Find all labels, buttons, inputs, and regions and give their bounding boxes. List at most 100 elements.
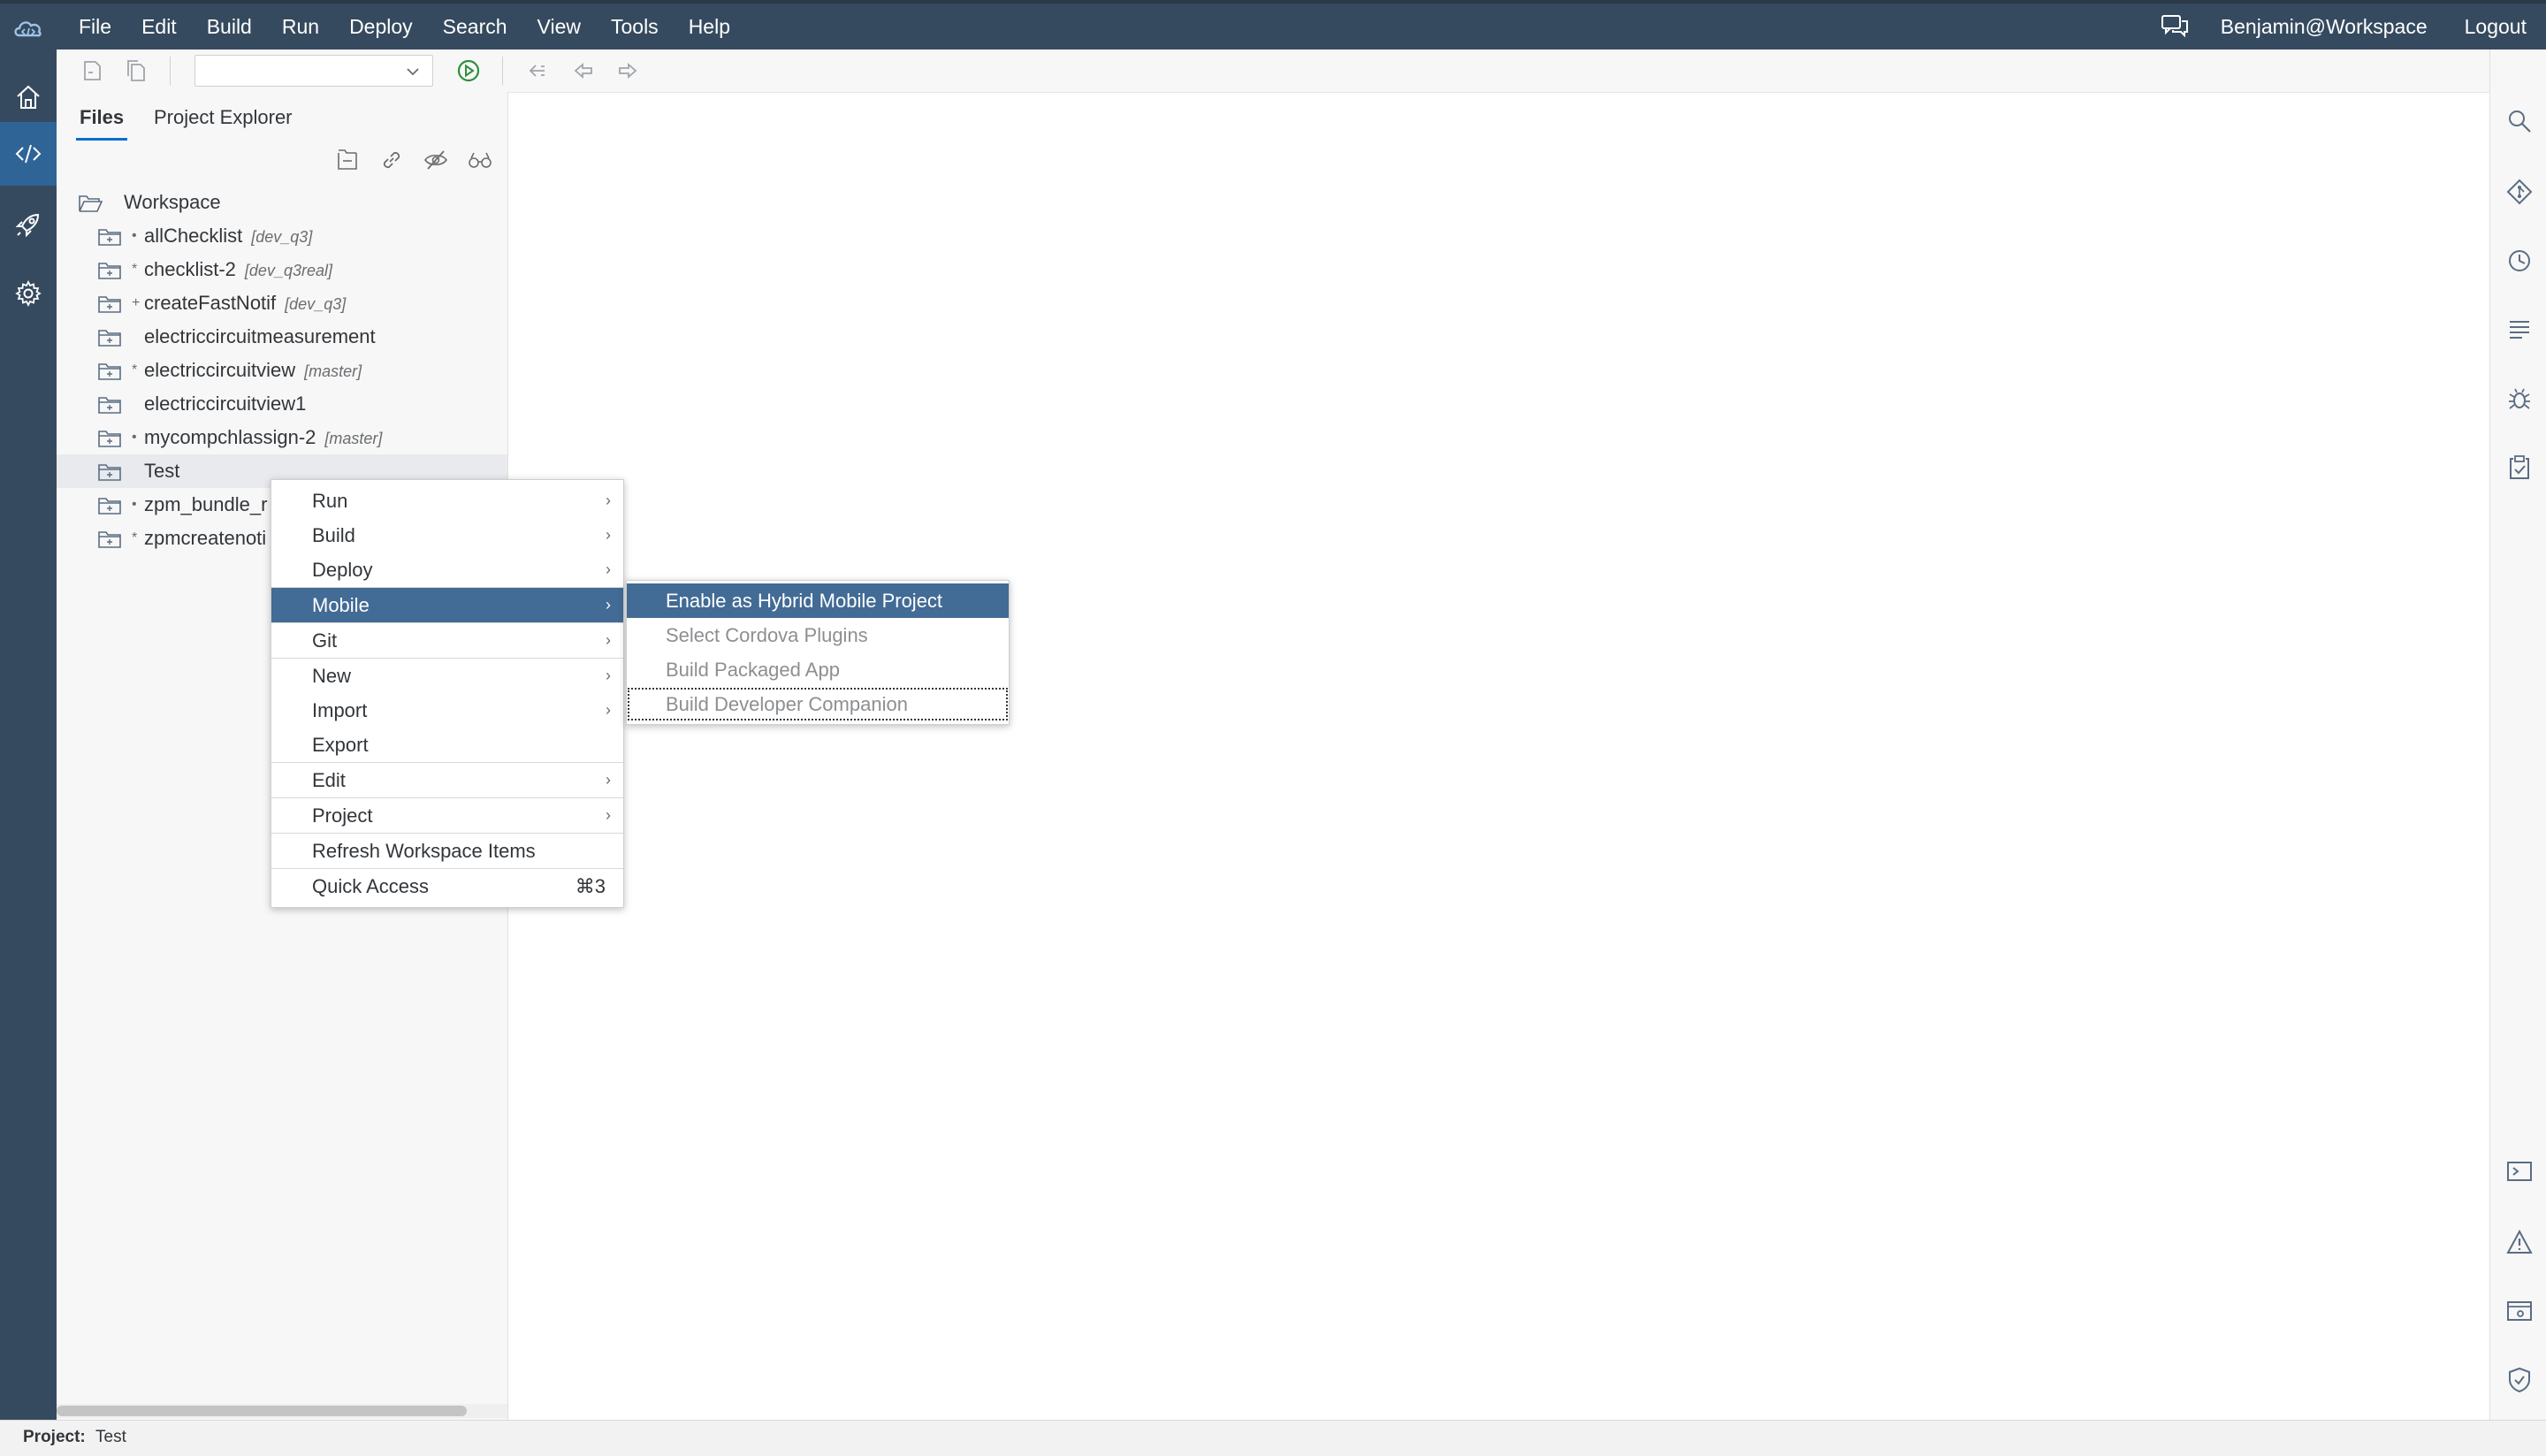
tree-item[interactable]: • allChecklist [dev_q3]: [57, 219, 507, 253]
run-icon[interactable]: [456, 58, 481, 83]
project-folder-icon: [98, 397, 121, 414]
tree-item-label: checklist-2 [dev_q3real]: [144, 258, 332, 280]
logout-link[interactable]: Logout: [2465, 15, 2527, 39]
user-area: Benjamin@Workspace Logout: [2161, 4, 2546, 50]
git-status-mark: +: [132, 295, 141, 310]
menu-build[interactable]: Build: [192, 4, 267, 50]
git-status-mark: *: [132, 530, 138, 545]
settings-button[interactable]: [0, 262, 57, 325]
history-icon[interactable]: [2506, 248, 2533, 274]
horizontal-scrollbar[interactable]: [57, 1404, 507, 1418]
console-icon[interactable]: [2506, 1158, 2533, 1185]
collapse-all-icon[interactable]: [334, 147, 361, 173]
git-status-mark: •: [132, 228, 137, 243]
toolbar-separator: [170, 57, 171, 85]
menu-run[interactable]: Run: [267, 4, 334, 50]
git-icon[interactable]: [2506, 179, 2533, 205]
project-folder-icon: [98, 330, 121, 347]
scrollbar-thumb[interactable]: [57, 1406, 467, 1416]
menu-search[interactable]: Search: [428, 4, 522, 50]
project-folder-icon: [98, 464, 121, 481]
debug-icon[interactable]: [2506, 385, 2533, 412]
menu-view[interactable]: View: [522, 4, 596, 50]
hide-icon[interactable]: [423, 147, 449, 173]
menu-item-refresh-workspace[interactable]: Refresh Workspace Items: [271, 833, 623, 868]
warning-icon[interactable]: [2506, 1229, 2533, 1255]
menu-item-build[interactable]: Build ›: [271, 518, 623, 553]
menu-item-run[interactable]: Run ›: [271, 484, 623, 518]
tree-item-label: createFastNotif [dev_q3]: [144, 292, 347, 314]
last-edit-icon[interactable]: [525, 58, 550, 83]
link-icon[interactable]: [378, 147, 405, 173]
tab-project-explorer[interactable]: Project Explorer: [154, 103, 293, 138]
tab-files[interactable]: Files: [76, 103, 128, 141]
menu-file[interactable]: File: [64, 4, 126, 50]
code-icon: [15, 144, 42, 164]
chevron-right-icon: ›: [606, 701, 611, 719]
chevron-right-icon: ›: [606, 771, 611, 789]
project-folder-icon: [98, 363, 121, 380]
menu-item-export[interactable]: Export: [271, 728, 623, 762]
menu-deploy[interactable]: Deploy: [334, 4, 428, 50]
project-folder-icon: [98, 531, 121, 548]
menu-item-project[interactable]: Project ›: [271, 797, 623, 833]
submenu-enable-hybrid[interactable]: Enable as Hybrid Mobile Project: [627, 583, 1009, 618]
tree-item-label: electriccircuitview1: [144, 393, 307, 415]
chevron-right-icon: ›: [606, 526, 611, 544]
clipboard-check-icon[interactable]: [2506, 454, 2533, 481]
preview-icon[interactable]: [2506, 1298, 2533, 1324]
menu-item-quick-access[interactable]: Quick Access ⌘3: [271, 868, 623, 903]
git-status-mark: *: [132, 262, 138, 277]
chevron-right-icon: ›: [606, 631, 611, 649]
chevron-down-icon: [407, 68, 419, 76]
chevron-right-icon: ›: [606, 596, 611, 614]
back-icon[interactable]: [571, 58, 596, 83]
submenu-build-developer-companion: Build Developer Companion: [627, 687, 1009, 721]
rocket-icon: [15, 213, 40, 238]
settings-icon: [15, 279, 42, 308]
tree-item-label: zpmcreatenoti: [144, 527, 267, 549]
run-configuration-select[interactable]: [194, 55, 433, 87]
binoculars-icon[interactable]: [467, 147, 493, 173]
save-icon[interactable]: [80, 58, 104, 83]
tree-item[interactable]: * electriccircuitview [master]: [57, 354, 507, 387]
tree-item[interactable]: * checklist-2 [dev_q3real]: [57, 253, 507, 286]
home-button[interactable]: [0, 65, 57, 129]
menu-item-mobile[interactable]: Mobile ›: [271, 587, 623, 622]
development-button[interactable]: [0, 122, 57, 186]
tree-root-workspace[interactable]: Workspace: [57, 186, 507, 219]
tree-item[interactable]: • mycompchlassign-2 [master]: [57, 421, 507, 454]
menu-item-new[interactable]: New ›: [271, 658, 623, 693]
menu-item-import[interactable]: Import ›: [271, 693, 623, 728]
forward-icon[interactable]: [615, 58, 640, 83]
menu-help[interactable]: Help: [674, 4, 745, 50]
project-folder-icon: [98, 263, 121, 279]
main-menu: File Edit Build Run Deploy Search View T…: [64, 4, 745, 50]
save-all-icon[interactable]: [124, 58, 149, 83]
chat-icon[interactable]: [2161, 13, 2191, 40]
status-project-label: Project:: [23, 1428, 86, 1446]
project-folder-icon: [98, 229, 121, 246]
branch-label: [master]: [304, 362, 362, 380]
tree-item[interactable]: + createFastNotif [dev_q3]: [57, 286, 507, 320]
menu-item-deploy[interactable]: Deploy ›: [271, 553, 623, 587]
toolbar-separator: [502, 57, 503, 85]
menu-tools[interactable]: Tools: [596, 4, 674, 50]
chevron-right-icon: ›: [606, 560, 611, 578]
search-icon[interactable]: [2506, 108, 2533, 134]
menu-item-git[interactable]: Git ›: [271, 622, 623, 658]
user-name[interactable]: Benjamin@Workspace: [2221, 15, 2428, 39]
tree-item[interactable]: electriccircuitview1: [57, 387, 507, 421]
menu-edit[interactable]: Edit: [126, 4, 192, 50]
git-status-mark: •: [132, 430, 137, 445]
tree-item[interactable]: electriccircuitmeasurement: [57, 320, 507, 354]
deploy-button[interactable]: [0, 193, 57, 256]
menu-item-edit[interactable]: Edit ›: [271, 762, 623, 797]
cloud-logo-icon[interactable]: [11, 12, 46, 44]
branch-label: [dev_q3real]: [244, 262, 332, 279]
branch-label: [master]: [324, 430, 383, 447]
mobile-submenu: Enable as Hybrid Mobile Project Select C…: [626, 580, 1010, 725]
outline-icon[interactable]: [2506, 316, 2533, 343]
shield-icon[interactable]: [2506, 1367, 2533, 1393]
panel-tabs: Files Project Explorer: [57, 92, 507, 141]
